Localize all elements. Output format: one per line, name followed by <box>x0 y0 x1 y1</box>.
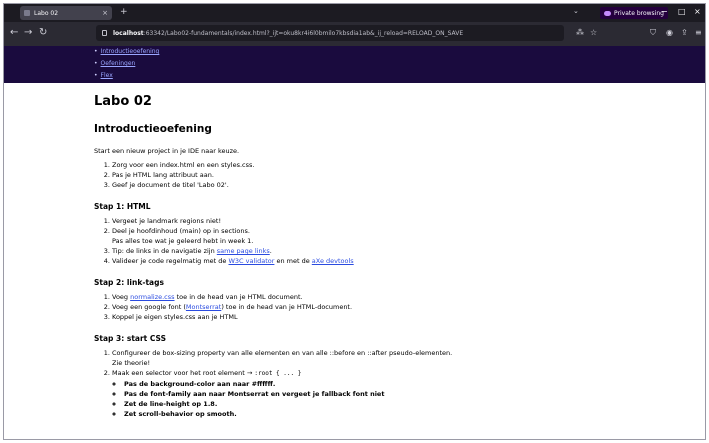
list-item: Tip: de links in de navigatie zijn same … <box>112 246 612 256</box>
list-item: Voeg normalize.css toe in de head van je… <box>112 292 612 302</box>
back-button[interactable]: ← <box>10 27 18 38</box>
w3c-validator-link[interactable]: W3C validator <box>228 257 274 265</box>
new-tab-button[interactable]: + <box>120 7 128 17</box>
minimize-button[interactable]: − <box>661 7 668 16</box>
list-all-tabs-icon[interactable]: ⌄ <box>573 7 579 15</box>
step1-heading: Stap 1: HTML <box>94 202 151 211</box>
nav-item: Flex <box>94 70 705 82</box>
private-browsing-indicator: Private browsing <box>600 7 668 19</box>
list-item: Maak een selector voor het root element … <box>112 368 612 419</box>
list-item-text: Valideer je code regelmatig met de <box>112 257 229 265</box>
list-item-text: Deel je hoofdinhoud (main) op in section… <box>112 227 250 235</box>
step1-list: Vergeet je landmark regions niet! Deel j… <box>92 216 612 266</box>
bookmark-star-icon[interactable]: ☆ <box>590 28 597 37</box>
nav-toolbar: ← → ↻ localhost :63342/Labo02-fundamenta… <box>4 22 705 46</box>
list-item-text: Configureer de box-sizing property van a… <box>112 349 453 357</box>
list-item-text: en met de <box>274 257 312 265</box>
list-item: Configureer de box-sizing property van a… <box>112 348 612 368</box>
main-content: Labo 02 Introductieoefening Start een ni… <box>92 84 612 419</box>
maximize-button[interactable]: □ <box>678 7 686 16</box>
tab-strip: Labo 02 × + ⌄ Private browsing − □ × <box>4 4 705 22</box>
tab-title: Labo 02 <box>34 9 59 17</box>
step3-list: Configureer de box-sizing property van a… <box>92 348 612 419</box>
reload-button[interactable]: ↻ <box>39 27 47 38</box>
page-favicon-icon <box>24 10 30 16</box>
list-item-text: Voeg <box>112 293 131 301</box>
list-item-text: Pas alles toe wat je geleerd hebt in wee… <box>112 237 254 245</box>
list-item-text: Voeg een google font ( <box>112 303 186 311</box>
montserrat-link[interactable]: Montserrat <box>186 303 221 311</box>
axe-devtools-link[interactable]: aXe devtools <box>312 257 354 265</box>
list-item: Koppel je eigen styles.css aan je HTML <box>112 312 612 322</box>
intro-heading: Introductieoefening <box>94 123 212 135</box>
close-window-button[interactable]: × <box>694 7 701 16</box>
list-item-text: Zie theorie! <box>112 359 151 367</box>
account-icon[interactable]: ◉ <box>666 28 673 37</box>
private-browsing-label: Private browsing <box>614 9 664 17</box>
list-item: Vergeet je landmark regions niet! <box>112 216 612 226</box>
step2-heading: Stap 2: link-tags <box>94 278 164 287</box>
normalize-css-link[interactable]: normalize.css <box>130 293 174 301</box>
list-item: Valideer je code regelmatig met de W3C v… <box>112 256 612 266</box>
translate-icon[interactable]: ⁂ <box>576 28 584 37</box>
list-item-text: ) toe in de head van je HTML-document. <box>221 303 353 311</box>
list-item-text: Tip: de links in de navigatie zijn <box>112 247 217 255</box>
private-mask-icon <box>604 10 611 16</box>
sub-list-item: Pas de background-color aan naar #ffffff… <box>124 379 612 389</box>
shield-icon[interactable]: ⛉ <box>650 28 656 38</box>
url-host: localhost <box>113 29 144 37</box>
root-selector-code: :root { ... } <box>254 370 302 377</box>
menu-icon[interactable]: ≡ <box>695 28 702 37</box>
list-item: Voeg een google font (Montserrat) toe in… <box>112 302 612 312</box>
browser-window: Labo 02 × + ⌄ Private browsing − □ × ← →… <box>3 3 706 440</box>
forward-button[interactable]: → <box>24 27 32 38</box>
list-item-text: Maak een selector voor het root element … <box>112 369 255 377</box>
page-info-icon[interactable] <box>102 30 107 36</box>
sub-list-item: Pas de font-family aan naar Montserrat e… <box>124 389 612 399</box>
tab-labo-02[interactable]: Labo 02 × <box>20 6 112 20</box>
root-rules-list: Pas de background-color aan naar #ffffff… <box>112 379 612 419</box>
address-bar[interactable]: localhost :63342/Labo02-fundamentals/ind… <box>96 25 564 41</box>
list-item-text: toe in de head van je HTML document. <box>174 293 303 301</box>
list-item: Deel je hoofdinhoud (main) op in section… <box>112 226 612 246</box>
same-page-links-link[interactable]: same page links <box>217 247 270 255</box>
page-title: Labo 02 <box>94 94 152 109</box>
url-path: :63342/Labo02-fundamentals/index.html?_i… <box>143 29 464 37</box>
list-item: Geef je document de titel 'Labo 02'. <box>112 180 612 190</box>
step2-list: Voeg normalize.css toe in de head van je… <box>92 292 612 322</box>
nav-item: Introductieoefening <box>94 46 705 58</box>
list-item: Pas je HTML lang attribuut aan. <box>112 170 612 180</box>
list-item-text: . <box>269 247 272 255</box>
sub-list-item: Zet de line-height op 1.8. <box>124 399 612 409</box>
list-item: Zorg voor een index.html en een styles.c… <box>112 160 612 170</box>
intro-text: Start een nieuw project in je IDE naar k… <box>94 147 240 155</box>
site-navigation: Introductieoefening Oefeningen Flex <box>4 46 705 83</box>
extensions-icon[interactable]: ⇪ <box>681 28 688 37</box>
intro-steps-list: Zorg voor een index.html en een styles.c… <box>92 160 612 190</box>
tab-close-icon[interactable]: × <box>102 9 108 17</box>
nav-link-oefeningen[interactable]: Oefeningen <box>101 60 136 67</box>
nav-link-flex[interactable]: Flex <box>101 72 113 79</box>
nav-item: Oefeningen <box>94 58 705 70</box>
sub-list-item: Zet scroll-behavior op smooth. <box>124 409 612 419</box>
step3-heading: Stap 3: start CSS <box>94 334 166 343</box>
nav-link-introductieoefening[interactable]: Introductieoefening <box>101 48 160 55</box>
